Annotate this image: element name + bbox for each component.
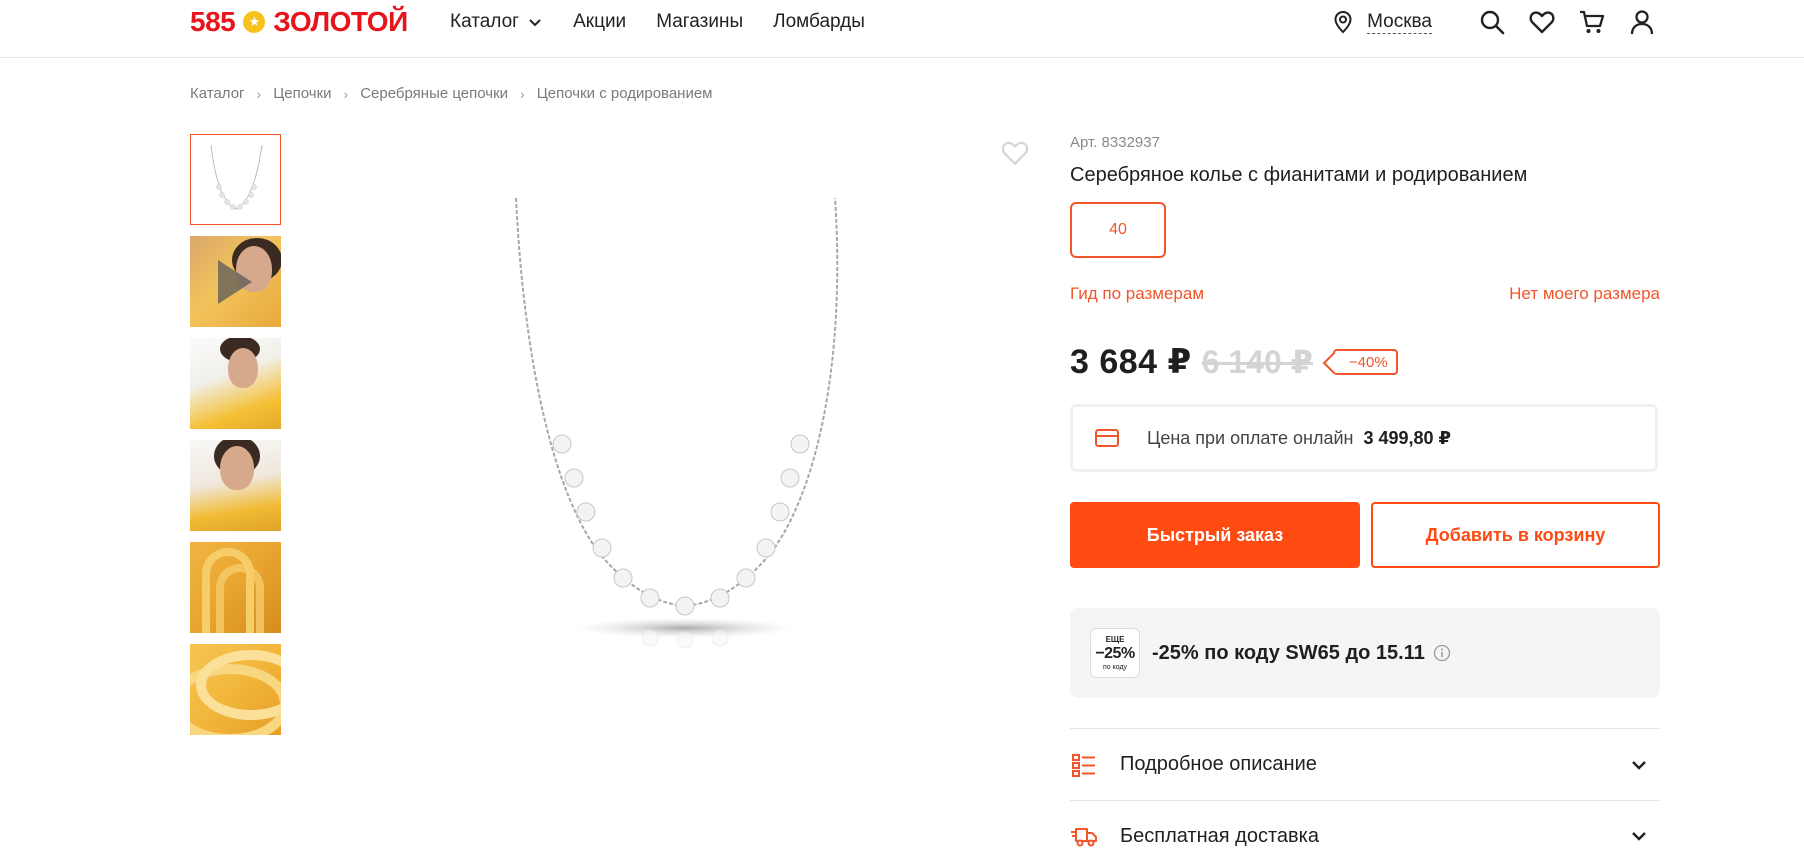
discount-badge: −40%: [1332, 349, 1398, 375]
product-main-image[interactable]: [300, 134, 1035, 694]
old-price: 6 140 ₽: [1201, 344, 1313, 380]
play-icon: [218, 260, 252, 304]
logo[interactable]: 585 ЗОЛОТОЙ: [190, 4, 408, 40]
logo-coin-icon: [243, 11, 266, 33]
user-icon[interactable]: [1628, 8, 1656, 36]
thumbnail-video[interactable]: [190, 236, 281, 327]
location-pin-icon: [1334, 10, 1352, 34]
accordion-description[interactable]: Подробное описание: [1070, 728, 1660, 800]
search-icon[interactable]: [1478, 8, 1506, 36]
breadcrumb-item[interactable]: Серебряные цепочки: [360, 85, 508, 102]
list-icon: [1072, 753, 1095, 777]
info-icon[interactable]: [1433, 644, 1451, 662]
nav-stores[interactable]: Магазины: [656, 11, 743, 33]
nav-catalog-label: Каталог: [450, 11, 520, 32]
chevron-right-icon: ›: [520, 85, 525, 102]
promo-badge: ЕЩЕ −25% по коду: [1090, 628, 1140, 678]
promo-text: -25% по коду SW65 до 15.11: [1152, 641, 1425, 664]
city-name: Москва: [1367, 10, 1432, 34]
thumbnail-model-2[interactable]: [190, 440, 281, 531]
nav-catalog[interactable]: Каталог: [450, 11, 543, 33]
accordion-delivery[interactable]: Бесплатная доставка: [1070, 800, 1660, 867]
nav-pawnshops-label: Ломбарды: [773, 11, 865, 32]
purchase-buttons: Быстрый заказ Добавить в корзину: [1070, 502, 1660, 568]
city-selector[interactable]: Москва: [1331, 10, 1432, 34]
thumbnail-list: [190, 134, 282, 746]
nav-promotions[interactable]: Акции: [573, 11, 626, 33]
chevron-right-icon: ›: [256, 85, 262, 102]
credit-card-icon: [1095, 429, 1119, 447]
nav-pawnshops[interactable]: Ломбарды: [773, 11, 865, 33]
thumbnail-arches[interactable]: [190, 542, 281, 633]
product-sku: Арт. 8332937: [1070, 134, 1160, 151]
breadcrumb: Каталог › Цепочки › Серебряные цепочки ›…: [190, 85, 713, 102]
logo-number: 585: [190, 6, 236, 37]
chevron-down-icon: [1632, 760, 1646, 770]
cart-icon[interactable]: [1578, 8, 1606, 36]
accordion-description-label: Подробное описание: [1120, 753, 1317, 775]
online-price-value: 3 499,80 ₽: [1363, 427, 1452, 448]
nav-promotions-label: Акции: [573, 11, 627, 32]
quick-order-button[interactable]: Быстрый заказ: [1070, 502, 1360, 568]
no-size-link[interactable]: Нет моего размера: [1509, 284, 1660, 304]
breadcrumb-item[interactable]: Цепочки: [273, 85, 331, 102]
size-option-button[interactable]: 40: [1070, 202, 1166, 258]
online-price-label: Цена при оплате онлайн: [1147, 427, 1354, 448]
promo-badge-value: −25%: [1095, 644, 1135, 662]
logo-word: ЗОЛОТОЙ: [273, 6, 408, 37]
thumbnail-model-1[interactable]: [190, 338, 281, 429]
chevron-down-icon: [1632, 832, 1646, 841]
promo-badge-top: ЕЩЕ: [1105, 634, 1125, 644]
chevron-right-icon: ›: [343, 85, 349, 102]
header-actions: Москва: [1331, 0, 1656, 44]
necklace-image: [515, 197, 839, 649]
main-nav: Каталог Акции Магазины Ломбарды: [450, 0, 895, 44]
size-links: Гид по размерам Нет моего размера: [1070, 284, 1660, 304]
breadcrumb-item[interactable]: Каталог: [190, 85, 245, 102]
thumbnail-ring-stand[interactable]: [190, 644, 281, 735]
product-info-panel: Арт. 8332937 Серебряное колье с фианитам…: [1070, 134, 1660, 867]
nav-stores-label: Магазины: [656, 11, 744, 32]
current-price: 3 684 ₽: [1070, 343, 1192, 381]
thumbnail-necklace[interactable]: [190, 134, 281, 225]
accordion-list: Подробное описание Бесплатная доставка: [1070, 728, 1660, 867]
truck-icon: [1071, 828, 1097, 847]
promo-code-banner: ЕЩЕ −25% по коду -25% по коду SW65 до 15…: [1070, 608, 1660, 698]
price-row: 3 684 ₽ 6 140 ₽ −40%: [1070, 342, 1660, 382]
product-title: Серебряное колье с фианитами и родирован…: [1070, 164, 1528, 186]
breadcrumb-item[interactable]: Цепочки с родированием: [537, 85, 713, 102]
necklace-thumb-image: [210, 144, 263, 210]
accordion-delivery-label: Бесплатная доставка: [1120, 824, 1319, 847]
heart-icon[interactable]: [1528, 8, 1556, 36]
promo-badge-bottom: по коду: [1102, 663, 1128, 671]
add-to-cart-button[interactable]: Добавить в корзину: [1371, 502, 1660, 568]
size-guide-link[interactable]: Гид по размерам: [1070, 284, 1204, 304]
site-header: 585 ЗОЛОТОЙ Каталог Акции Магазины Ломба…: [0, 0, 1804, 58]
online-payment-price: Цена при оплате онлайн 3 499,80 ₽: [1070, 404, 1658, 472]
favorite-heart-icon[interactable]: [1000, 138, 1030, 168]
chevron-down-icon: [529, 19, 541, 27]
